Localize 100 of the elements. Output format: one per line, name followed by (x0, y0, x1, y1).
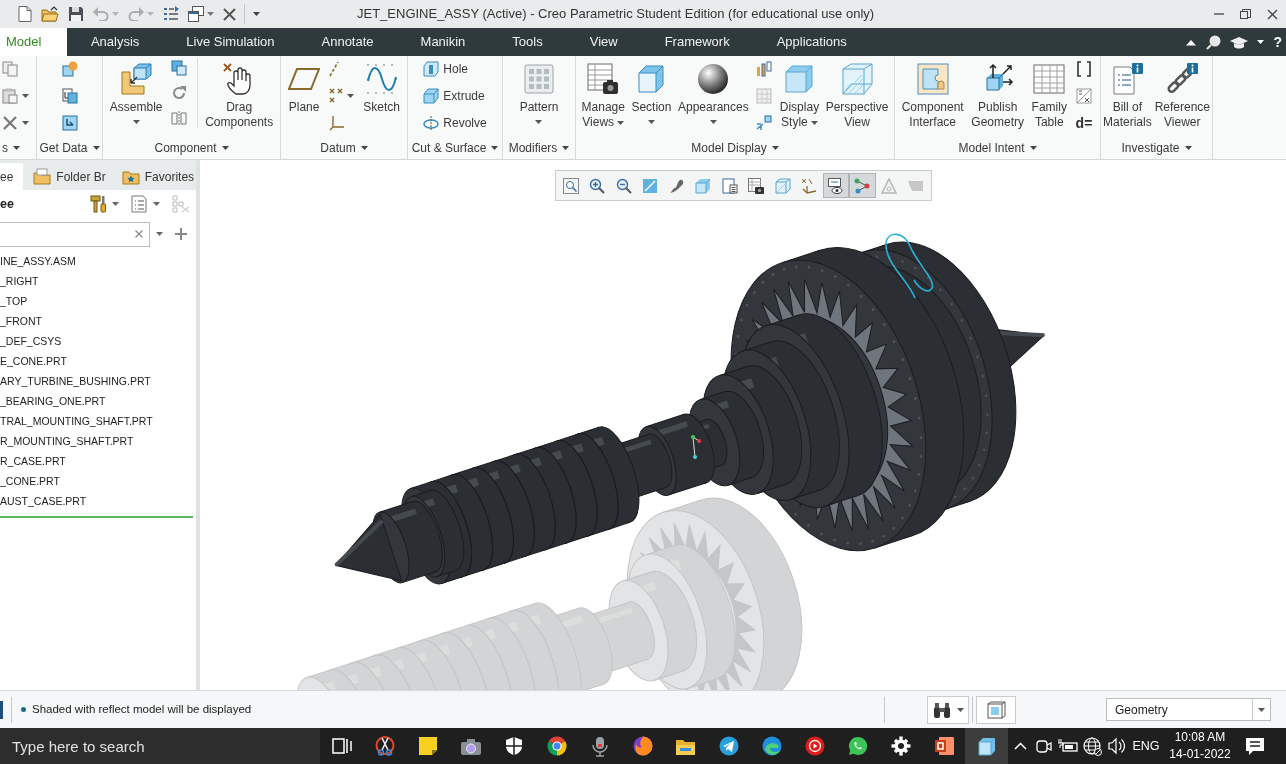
tree-item[interactable]: AUST_CASE.PRT (0, 491, 196, 511)
panel-tab[interactable]: Favorites (115, 163, 196, 190)
clock-button[interactable]: 10:08 AM 14-01-2022 (1164, 729, 1236, 763)
zoom-fit-icon (562, 177, 579, 194)
tool-button[interactable]: Revolve (421, 112, 489, 133)
dropdown-button[interactable] (156, 232, 163, 236)
find-button[interactable] (927, 695, 969, 724)
ribbon-button[interactable]: Manage Views (580, 58, 626, 132)
ribbon-tab[interactable]: Analysis (67, 28, 163, 56)
help-button[interactable]: ? (1273, 34, 1282, 50)
formula-icon (1075, 87, 1092, 104)
group-menu-button[interactable]: Investigate (1119, 139, 1194, 157)
ribbon-tab[interactable]: Applications (753, 28, 871, 56)
group-menu-button[interactable]: Model Display (689, 139, 781, 157)
caret-icon (13, 146, 20, 150)
cube-icon (976, 736, 997, 756)
toolbar-button[interactable] (187, 3, 215, 25)
group-menu-button[interactable]: Datum (318, 139, 370, 157)
glass-box-icon (841, 63, 873, 95)
filter-dropdown[interactable]: Geometry (1106, 698, 1271, 721)
toolbar-button[interactable] (1206, 34, 1222, 50)
group-menu-button[interactable]: Get Data (37, 139, 102, 157)
ribbon-tab[interactable]: Tools (488, 28, 567, 56)
tree-item[interactable]: _FRONT (0, 311, 196, 331)
window-title: JET_ENGINE_ASSY (Active) - Creo Parametric Student Edition (for educational use only) (356, 5, 875, 24)
tool-button[interactable] (169, 58, 190, 78)
tree-item[interactable]: E_CONE.PRT (0, 351, 196, 371)
tree-item[interactable]: _DEF_CSYS (0, 331, 196, 351)
ribbon-tab[interactable]: Framework (641, 28, 754, 56)
chevron-up-icon (1185, 38, 1198, 46)
tree-item[interactable]: _CONE.PRT (0, 471, 196, 491)
taskbar-app-button[interactable] (965, 728, 1008, 764)
tree-item[interactable]: INE_ASSY.ASM (0, 251, 196, 271)
slides-app-icon (933, 736, 954, 756)
ribbon-button[interactable]: Display Style (778, 58, 821, 132)
list-arrows-icon (163, 6, 179, 22)
group-menu-button[interactable]: s (0, 139, 22, 157)
tool-button[interactable]: Extrude (421, 85, 489, 106)
tree-item[interactable]: ARY_TURBINE_BUSHING.PRT (0, 371, 196, 391)
ribbon-button[interactable]: Component Interface (900, 58, 965, 132)
tree-item[interactable]: _BEARING_ONE.PRT (0, 391, 196, 411)
group-menu-button[interactable]: Cut & Surface (409, 139, 501, 157)
caret-icon (92, 146, 100, 150)
panel-tab[interactable]: ee (0, 163, 24, 190)
ribbon-button[interactable]: Family Table (1030, 58, 1068, 132)
ribbon-tab[interactable]: Live Simulation (162, 28, 298, 56)
tree-item[interactable]: R_MOUNTING_SHAFT.PRT (0, 431, 196, 451)
group-menu-button[interactable]: Component (152, 139, 231, 157)
folder-icon (33, 168, 52, 185)
bars-icon (756, 60, 773, 77)
ribbon-tab[interactable]: Model (0, 28, 68, 56)
frame-eye-icon (827, 177, 844, 194)
ribbon-tab[interactable]: Annotate (298, 28, 398, 56)
clear-icon (135, 230, 143, 238)
toolbar-button[interactable] (90, 195, 119, 213)
tree-item[interactable]: R_CASE.PRT (0, 451, 196, 471)
tool-button[interactable]: Hole (421, 58, 489, 79)
ribbon-button[interactable]: Appearances (677, 58, 750, 126)
dropdown-button[interactable] (1257, 40, 1265, 44)
shield-icon (503, 736, 524, 756)
tree-item[interactable]: TRAL_MOUNTING_SHAFT.PRT (0, 411, 196, 431)
ribbon-button[interactable]: Sketch (362, 58, 401, 117)
segmented-circle-icon (546, 736, 567, 756)
panel-tab[interactable]: Folder Br (27, 163, 112, 190)
toolbar-button[interactable] (1230, 35, 1249, 49)
ribbon-button[interactable]: Reference Viewer (1153, 58, 1211, 132)
ribbon-button[interactable]: Plane (287, 58, 322, 117)
group-menu-button[interactable]: Model Intent (956, 139, 1039, 157)
ribbon-button[interactable]: Drag Components (204, 58, 275, 132)
ribbon-button[interactable]: Pattern (518, 58, 560, 126)
ribbon-button[interactable]: Section (630, 58, 673, 126)
tool-button[interactable] (1073, 85, 1095, 106)
toolbar-button[interactable] (1185, 38, 1198, 46)
tool-button[interactable] (59, 85, 80, 106)
tree-item[interactable]: _RIGHT (0, 271, 196, 291)
tool-button[interactable] (754, 112, 775, 133)
language-indicator[interactable]: ENG (1128, 736, 1164, 756)
ribbon-button[interactable]: Perspective View (824, 58, 890, 132)
add-button[interactable] (175, 228, 187, 240)
mirror-icon (171, 110, 188, 127)
toolbar-button[interactable] (822, 173, 849, 198)
ribbon-button[interactable]: Bill of Materials (1101, 58, 1153, 132)
tree-item[interactable]: _TOP (0, 291, 196, 311)
ribbon-tab[interactable]: Manikin (397, 28, 489, 56)
windows-icon (188, 6, 204, 22)
ribbon-button[interactable]: Publish Geometry (970, 58, 1025, 132)
ribbon-tab[interactable]: View (566, 28, 642, 56)
parallelogram-icon (288, 68, 321, 90)
collapsed-tab[interactable] (0, 700, 3, 719)
add-icon (175, 228, 187, 240)
tool-button[interactable] (754, 58, 775, 79)
ribbon-button[interactable]: Assemble (108, 58, 164, 126)
group-menu-button[interactable]: Modifiers (506, 139, 572, 157)
search-field[interactable] (0, 221, 150, 247)
search-field[interactable]: Type here to search (0, 728, 320, 764)
status-message: Shaded with reflect model will be displayed (32, 701, 253, 717)
tool-button[interactable] (59, 112, 80, 133)
toolbar-button[interactable] (17, 3, 33, 25)
task-view-icon (331, 736, 352, 756)
tool-button[interactable]: d= (1073, 112, 1095, 133)
